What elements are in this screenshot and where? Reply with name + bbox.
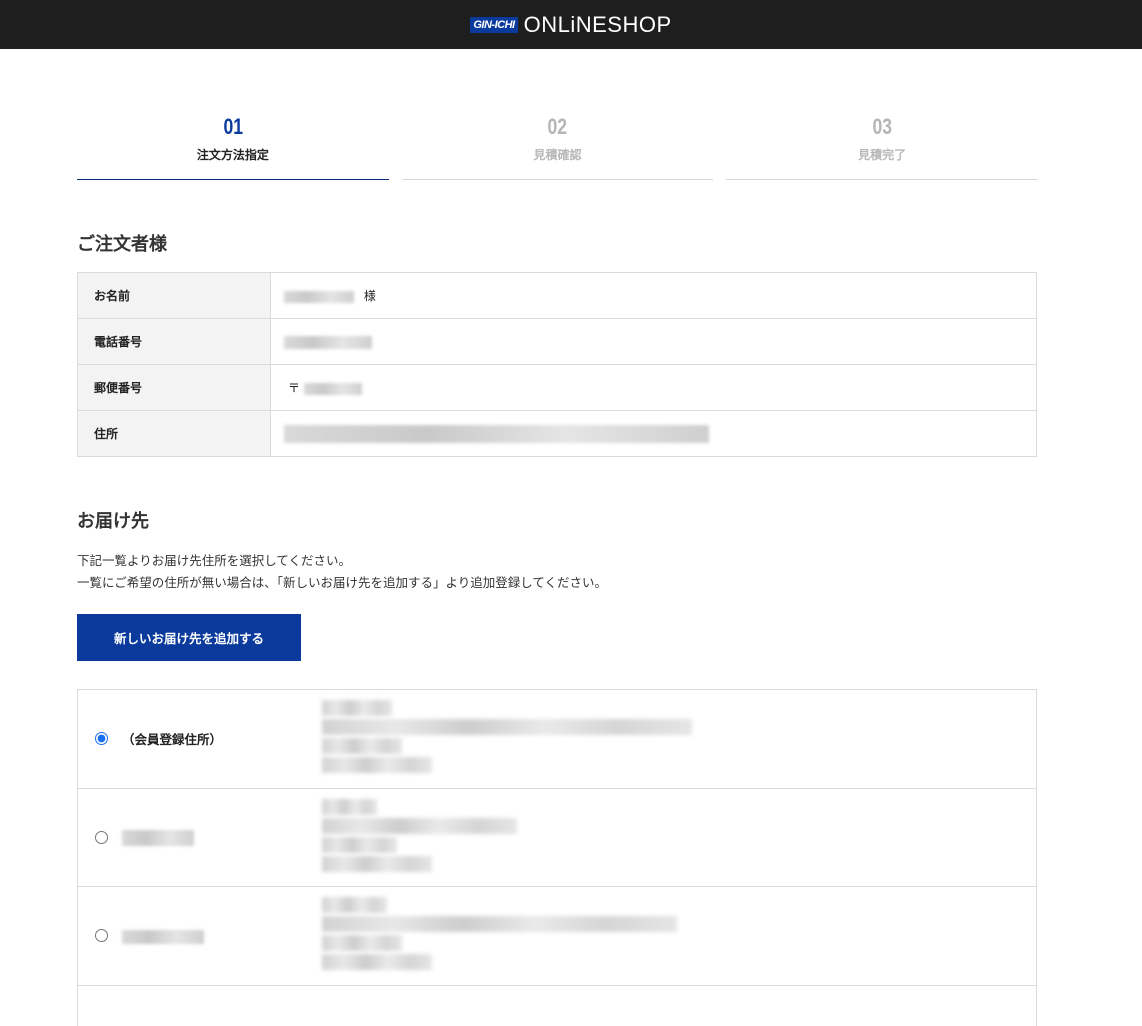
- list-item[interactable]: [78, 986, 1036, 1026]
- redacted-recipient: [122, 829, 194, 846]
- logo-text: ONLiNESHOP: [523, 11, 672, 37]
- site-header: GIN-ICHI ONLiNESHOP: [0, 0, 1142, 49]
- address-radio[interactable]: [95, 830, 108, 844]
- list-item[interactable]: （会員登録住所）: [78, 690, 1036, 789]
- progress-steps: 01 注文方法指定 02 見積確認 03 見積完了: [77, 112, 1039, 180]
- address-label: [122, 928, 322, 944]
- step-2: 02 見積確認: [401, 112, 714, 180]
- step-number: 01: [223, 114, 243, 139]
- logo-badge: GIN-ICHI: [470, 16, 518, 33]
- address-radio[interactable]: [95, 732, 108, 746]
- table-row: お名前 様: [77, 272, 1037, 319]
- delivery-section-title: お届け先: [77, 511, 149, 532]
- delivery-description: 下記一覧よりお届け先住所を選択してください。 一覧にご希望の住所が無い場合は、「…: [77, 550, 607, 594]
- table-row: 住所: [77, 410, 1037, 457]
- redacted-address-details: [322, 798, 522, 875]
- postal-value: 〒: [270, 364, 1037, 411]
- phone-label: 電話番号: [77, 318, 271, 365]
- orderer-section-title: ご注文者様: [77, 234, 167, 255]
- name-label: お名前: [77, 272, 271, 319]
- delivery-address-list: （会員登録住所）: [77, 689, 1037, 1026]
- orderer-info-table: お名前 様 電話番号 郵便番号 〒 住所: [77, 272, 1037, 457]
- redacted-postal: [303, 382, 362, 395]
- step-number: 03: [872, 114, 892, 139]
- step-label: 見積完了: [858, 148, 907, 162]
- list-item[interactable]: [78, 887, 1036, 986]
- redacted-recipient: [122, 929, 204, 944]
- address-label: [122, 829, 322, 846]
- redacted-address-details: [322, 700, 692, 776]
- address-label: 住所: [77, 410, 271, 457]
- postal-label: 郵便番号: [77, 364, 271, 411]
- add-delivery-address-button[interactable]: 新しいお届け先を追加する: [77, 614, 301, 661]
- table-row: 電話番号: [77, 318, 1037, 365]
- step-number: 02: [547, 114, 568, 139]
- redacted-address: [284, 424, 709, 443]
- honorific-suffix: 様: [363, 289, 376, 303]
- step-label: 注文方法指定: [196, 148, 269, 162]
- step-1: 01 注文方法指定: [77, 112, 389, 180]
- table-row: 郵便番号 〒: [77, 364, 1037, 411]
- site-logo[interactable]: GIN-ICHI ONLiNESHOP: [470, 11, 672, 37]
- list-item[interactable]: [78, 789, 1036, 887]
- address-radio[interactable]: [95, 929, 108, 943]
- address-label: （会員登録住所）: [122, 732, 223, 748]
- step-3: 03 見積完了: [726, 112, 1039, 180]
- description-line: 一覧にご希望の住所が無い場合は、「新しいお届け先を追加する」より追加登録してくだ…: [77, 575, 608, 590]
- name-value: 様: [270, 272, 1037, 319]
- step-label: 見積確認: [533, 148, 582, 162]
- redacted-phone: [284, 335, 372, 349]
- postal-mark: 〒: [288, 381, 301, 395]
- address-value: [270, 410, 1037, 457]
- description-line: 下記一覧よりお届け先住所を選択してください。: [77, 553, 352, 568]
- phone-value: [270, 318, 1037, 365]
- redacted-name: [284, 290, 354, 303]
- redacted-address-details: [322, 897, 692, 973]
